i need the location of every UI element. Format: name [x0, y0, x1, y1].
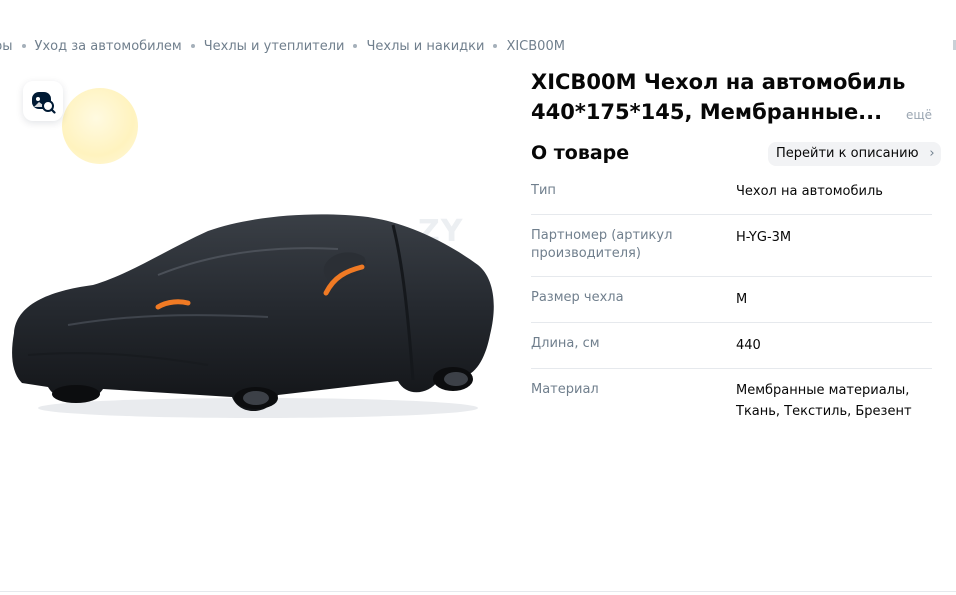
bottom-divider — [0, 591, 956, 592]
breadcrumb-separator — [190, 44, 195, 48]
spec-value: Мембранные материалы, Ткань, Текстиль, Б… — [736, 383, 912, 419]
spec-row: Материал Мембранные материалы, Ткань, Те… — [531, 369, 932, 431]
breadcrumb-item[interactable]: Уход за автомобилем — [35, 39, 182, 54]
breadcrumb-separator — [493, 44, 498, 48]
product-image[interactable] — [8, 205, 498, 420]
breadcrumb-separator — [353, 44, 358, 48]
breadcrumb-separator — [21, 44, 26, 48]
breadcrumb-item[interactable]: Чехлы и утеплители — [204, 39, 345, 54]
spec-value: H-YG-3M — [736, 230, 792, 245]
spec-value: Чехол на автомобиль — [736, 184, 883, 199]
about-section-title: О товаре — [531, 142, 630, 164]
chevron-right-icon: › — [929, 146, 935, 161]
title-more-link[interactable]: ещё — [906, 108, 932, 122]
spec-key: Размер чехла — [531, 290, 624, 305]
go-to-description-button[interactable]: Перейти к описанию › — [768, 142, 941, 166]
spec-key: Длина, см — [531, 336, 600, 351]
spec-value: M — [736, 292, 748, 307]
breadcrumb-item[interactable]: ры — [0, 39, 13, 54]
product-title: XICB00M Чехол на автомобиль 440*175*145,… — [531, 70, 906, 124]
breadcrumb-item[interactable]: Чехлы и накидки — [366, 39, 484, 54]
spec-value: 440 — [736, 338, 761, 353]
spec-key: Материал — [531, 382, 599, 397]
spec-row: Размер чехла M — [531, 277, 932, 323]
spec-key: Партномер (артикул производителя) — [531, 228, 673, 261]
search-by-image-button[interactable] — [23, 81, 63, 121]
emoji-sticker — [62, 88, 138, 164]
spec-row: Длина, см 440 — [531, 323, 932, 369]
spec-row: Тип Чехол на автомобиль — [531, 170, 932, 215]
go-to-description-label: Перейти к описанию — [776, 146, 919, 161]
breadcrumb-item[interactable]: XICB00M — [506, 39, 565, 54]
spec-key: Тип — [531, 183, 556, 198]
specs-table: Тип Чехол на автомобиль Партномер (артик… — [531, 170, 932, 431]
breadcrumb: ры Уход за автомобилем Чехлы и утеплител… — [0, 37, 565, 55]
search-image-icon — [32, 92, 56, 114]
spec-row: Партномер (артикул производителя) H-YG-3… — [531, 215, 932, 277]
